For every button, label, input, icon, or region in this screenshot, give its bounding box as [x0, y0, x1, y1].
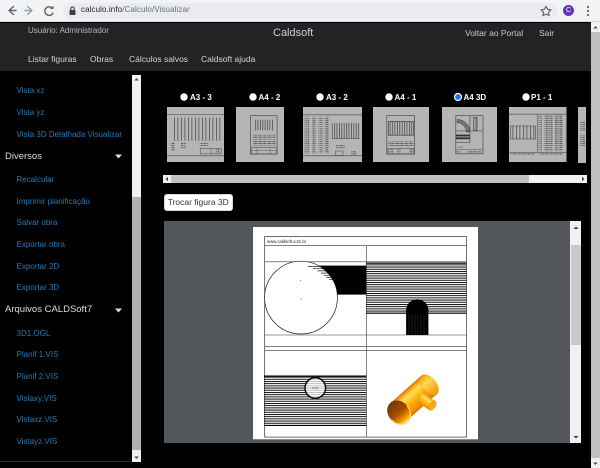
svg-text:www.caldsoft.com.br: www.caldsoft.com.br: [267, 239, 307, 244]
